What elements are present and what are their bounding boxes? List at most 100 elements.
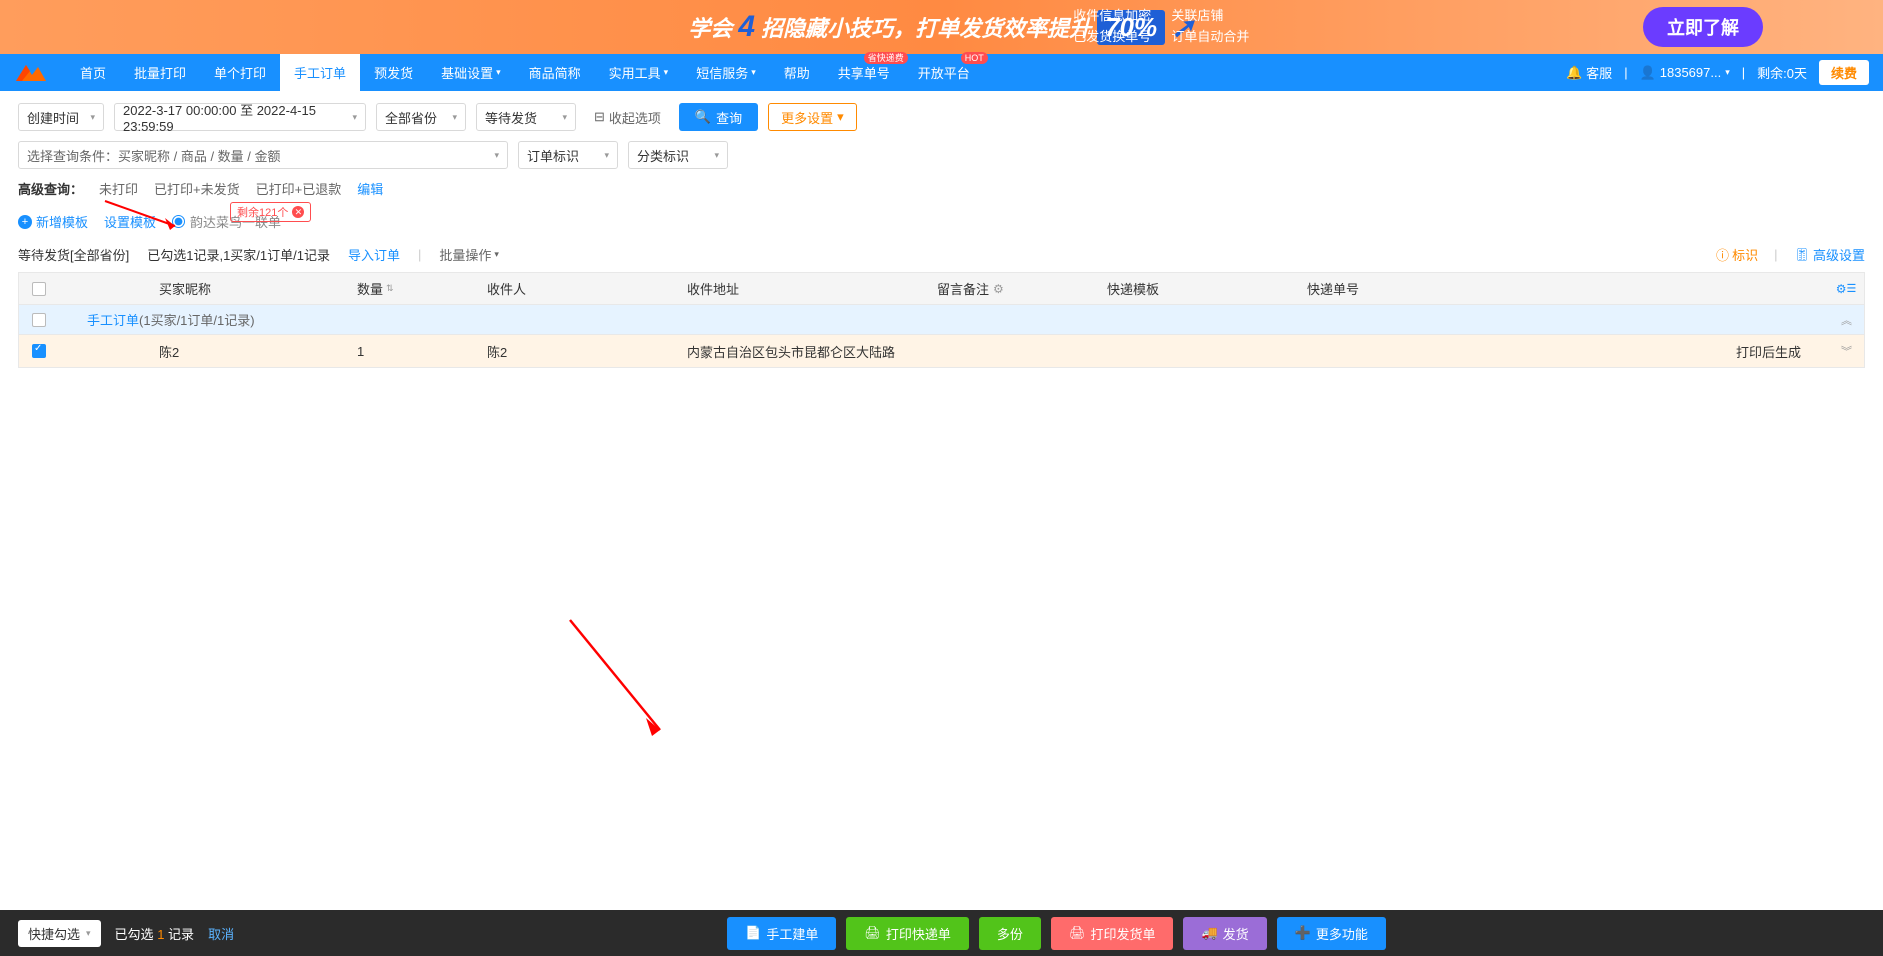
- save-badge: 省快递费: [864, 52, 908, 64]
- advq-label: 高级查询：: [18, 179, 83, 198]
- group-checkbox[interactable]: [32, 313, 46, 327]
- set-template-button[interactable]: 设置模板: [104, 212, 156, 231]
- col-tracking[interactable]: 快递单号: [1299, 279, 1824, 298]
- nav-help[interactable]: 帮助: [770, 54, 824, 91]
- nav-open-platform[interactable]: 开放平台HOT: [904, 54, 984, 91]
- advq-edit[interactable]: 编辑: [357, 179, 383, 198]
- renew-button[interactable]: 续费: [1819, 60, 1869, 85]
- table-toolbar: 等待发货[全部省份] 已勾选1记录,1买家/1订单/1记录 导入订单 | 批量操…: [0, 237, 1883, 272]
- plus-icon: +: [18, 215, 32, 229]
- nav-batch-print[interactable]: 批量打印: [120, 54, 200, 91]
- ship-status-select[interactable]: 等待发货▾: [476, 103, 576, 131]
- order-tag-select[interactable]: 订单标识▾: [518, 141, 618, 169]
- advq-printed-refunded[interactable]: 已打印+已退款: [256, 179, 342, 198]
- row-checkbox[interactable]: [32, 344, 46, 358]
- footer-buttons: 📄手工建单 🖨打印快递单 多份 🖨打印发货单 🚚发货 ➕更多功能: [727, 917, 1386, 950]
- chevron-down-icon: ▾: [352, 112, 357, 123]
- chevron-down-icon: ▾: [1725, 67, 1730, 78]
- sort-icon: ⇅: [386, 283, 394, 294]
- import-orders-link[interactable]: 导入订单: [348, 245, 400, 264]
- category-tag-select[interactable]: 分类标识▾: [628, 141, 728, 169]
- condition-select[interactable]: 选择查询条件：买家昵称 / 商品 / 数量 / 金额▾: [18, 141, 508, 169]
- columns-icon[interactable]: ☰: [1846, 282, 1856, 295]
- close-icon[interactable]: ✕: [292, 206, 304, 218]
- nav-items: 首页 批量打印 单个打印 手工订单 预发货 基础设置▾ 商品简称 实用工具▾ 短…: [66, 54, 984, 91]
- nav-share-waybill[interactable]: 共享单号省快递费: [824, 54, 904, 91]
- advanced-settings-button[interactable]: 🎚高级设置: [1793, 245, 1865, 264]
- col-template[interactable]: 快递模板: [1099, 279, 1299, 298]
- group-label: 手工订单(1买家/1订单/1记录): [59, 310, 255, 329]
- gear-icon[interactable]: ⚙: [1836, 282, 1847, 296]
- nav-manual-order[interactable]: 手工订单: [280, 54, 360, 91]
- select-all-checkbox[interactable]: [32, 282, 46, 296]
- table-row[interactable]: 陈2 1 陈2 内蒙古自治区包头市昆都仑区大陆路 打印后生成 ︾: [19, 335, 1864, 367]
- cell-buyer: 陈2: [59, 342, 349, 361]
- feature-a1: 收件信息加密: [1073, 6, 1151, 27]
- group-row[interactable]: 手工订单(1买家/1订单/1记录) ︽: [19, 305, 1864, 335]
- chevron-down-icon: ▾: [751, 67, 756, 78]
- nav-pre-ship[interactable]: 预发货: [360, 54, 427, 91]
- province-select[interactable]: 全部省份▾: [376, 103, 466, 131]
- radio-input[interactable]: [172, 215, 185, 228]
- doc-icon: 📄: [745, 925, 761, 941]
- print-icon: 🖨: [1069, 925, 1086, 941]
- truck-icon: 🚚: [1201, 925, 1217, 941]
- chevron-down-icon: ▾: [494, 249, 499, 260]
- nav-tools[interactable]: 实用工具▾: [595, 54, 683, 91]
- top-nav: 首页 批量打印 单个打印 手工订单 预发货 基础设置▾ 商品简称 实用工具▾ 短…: [0, 54, 1883, 91]
- remain-days: 剩余:0天: [1757, 63, 1807, 82]
- col-buyer[interactable]: 买家昵称: [59, 279, 349, 298]
- collapse-options-toggle[interactable]: ⊟收起选项: [586, 104, 669, 131]
- status-text: 等待发货[全部省份]: [18, 245, 129, 264]
- collapse-icon[interactable]: ︽: [1841, 312, 1864, 328]
- ship-button[interactable]: 🚚发货: [1183, 917, 1266, 950]
- banner-cta-button[interactable]: 立即了解: [1643, 7, 1763, 47]
- col-qty[interactable]: 数量⇅: [349, 279, 479, 298]
- more-settings-button[interactable]: 更多设置▾: [768, 103, 857, 131]
- chevron-down-icon: ▾: [496, 67, 501, 78]
- time-type-select[interactable]: 创建时间▾: [18, 103, 104, 131]
- print-shiplist-button[interactable]: 🖨打印发货单: [1051, 917, 1174, 950]
- col-address[interactable]: 收件地址: [679, 279, 929, 298]
- chevron-down-icon: ▾: [86, 928, 91, 939]
- nav-single-print[interactable]: 单个打印: [200, 54, 280, 91]
- banner-mid: 招隐藏小技巧，打单发货效率提升: [761, 11, 1091, 43]
- collapse-icon: ⊟: [594, 109, 605, 125]
- chevron-down-icon: ▾: [837, 109, 844, 125]
- nav-basic-settings[interactable]: 基础设置▾: [427, 54, 515, 91]
- search-icon: 🔍: [695, 109, 711, 125]
- bell-icon: 🔔: [1566, 65, 1582, 81]
- manual-order-button[interactable]: 📄手工建单: [727, 917, 836, 950]
- quick-select-menu[interactable]: 快捷勾选▾: [18, 920, 101, 947]
- col-remark[interactable]: 留言备注⚙: [929, 279, 1099, 298]
- hot-badge: HOT: [961, 52, 988, 64]
- advq-unprinted[interactable]: 未打印: [99, 179, 138, 198]
- add-template-button[interactable]: +新增模板: [18, 212, 88, 231]
- col-recipient[interactable]: 收件人: [479, 279, 679, 298]
- nav-sms[interactable]: 短信服务▾: [682, 54, 770, 91]
- nav-home[interactable]: 首页: [66, 54, 120, 91]
- date-range-select[interactable]: 2022-3-17 00:00:00 至 2022-4-15 23:59:59▾: [114, 103, 366, 131]
- multi-copy-button[interactable]: 多份: [979, 917, 1041, 950]
- chevron-down-icon: ▾: [90, 112, 95, 123]
- kefu-button[interactable]: 🔔客服: [1566, 63, 1612, 82]
- user-menu[interactable]: 👤1835697...▾: [1640, 65, 1730, 81]
- expand-icon[interactable]: ︾: [1841, 343, 1864, 359]
- cell-recipient: 陈2: [479, 342, 679, 361]
- logo-icon[interactable]: [14, 61, 48, 85]
- advq-printed-unshipped[interactable]: 已打印+未发货: [154, 179, 240, 198]
- filters-area: 创建时间▾ 2022-3-17 00:00:00 至 2022-4-15 23:…: [0, 91, 1883, 206]
- flag-button[interactable]: ⓘ标识: [1716, 245, 1758, 264]
- banner-num: 4: [738, 10, 755, 44]
- cancel-selection-button[interactable]: 取消: [208, 924, 234, 943]
- batch-ops-menu[interactable]: 批量操作▾: [439, 245, 499, 264]
- gear-icon[interactable]: ⚙: [993, 282, 1004, 296]
- query-button[interactable]: 🔍查询: [679, 103, 758, 131]
- more-functions-button[interactable]: ➕更多功能: [1277, 917, 1386, 950]
- cell-address: 内蒙古自治区包头市昆都仑区大陆路: [679, 342, 929, 361]
- feature-a2: 关联店铺: [1171, 6, 1249, 27]
- print-waybill-button[interactable]: 🖨打印快递单: [846, 917, 969, 950]
- advanced-query: 高级查询： 未打印 已打印+未发货 已打印+已退款 编辑: [18, 179, 1865, 198]
- nav-product-abbr[interactable]: 商品简称: [515, 54, 595, 91]
- nav-right: 🔔客服 | 👤1835697...▾ | 剩余:0天 续费: [1566, 60, 1869, 85]
